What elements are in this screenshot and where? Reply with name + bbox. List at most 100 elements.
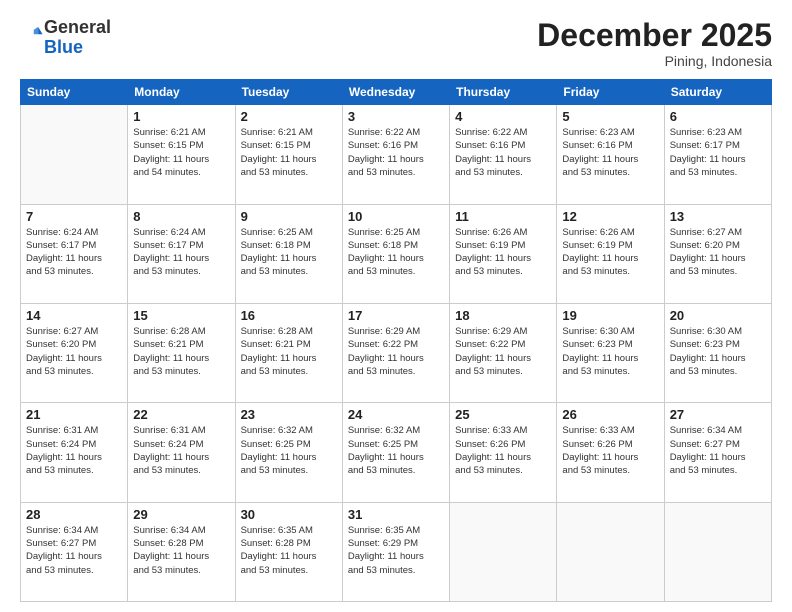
calendar-week-row: 1Sunrise: 6:21 AMSunset: 6:15 PMDaylight… (21, 105, 772, 204)
day-number: 26 (562, 407, 658, 422)
table-row: 10 Sunrise: 6:25 AMSunset: 6:18 PMDayligh… (342, 204, 449, 303)
table-row: 16Sunrise: 6:28 AMSunset: 6:21 PMDayligh… (235, 303, 342, 402)
day-info: Sunrise: 6:32 AMSunset: 6:25 PMDaylight:… (241, 424, 337, 477)
table-row: 27 Sunrise: 6:34 AMSunset: 6:27 PMDayligh… (664, 403, 771, 502)
day-number: 27 (670, 407, 766, 422)
page: General Blue December 2025 Pining, Indon… (0, 0, 792, 612)
title-block: December 2025 Pining, Indonesia (537, 18, 772, 69)
day-number: 3 (348, 109, 444, 124)
col-thursday: Thursday (450, 80, 557, 105)
table-row: 30 Sunrise: 6:35 AMSunset: 6:28 PMDayligh… (235, 502, 342, 601)
table-row: 24 Sunrise: 6:32 AMSunset: 6:25 PMDayligh… (342, 403, 449, 502)
day-info: Sunrise: 6:31 AMSunset: 6:24 PMDaylight:… (133, 424, 229, 477)
table-row: 31 Sunrise: 6:35 AMSunset: 6:29 PMDayligh… (342, 502, 449, 601)
day-number: 17 (348, 308, 444, 323)
col-friday: Friday (557, 80, 664, 105)
day-info: Sunrise: 6:24 AMSunset: 6:17 PMDaylight:… (26, 226, 122, 279)
table-row: 15Sunrise: 6:28 AMSunset: 6:21 PMDayligh… (128, 303, 235, 402)
day-number: 18 (455, 308, 551, 323)
day-number: 6 (670, 109, 766, 124)
table-row: 7 Sunrise: 6:24 AMSunset: 6:17 PMDaylight… (21, 204, 128, 303)
day-number: 12 (562, 209, 658, 224)
day-info: Sunrise: 6:34 AMSunset: 6:27 PMDaylight:… (26, 524, 122, 577)
day-info: Sunrise: 6:26 AMSunset: 6:19 PMDaylight:… (455, 226, 551, 279)
day-number: 9 (241, 209, 337, 224)
day-info: Sunrise: 6:34 AMSunset: 6:27 PMDaylight:… (670, 424, 766, 477)
day-number: 24 (348, 407, 444, 422)
table-row: 12Sunrise: 6:26 AMSunset: 6:19 PMDayligh… (557, 204, 664, 303)
table-row: 1Sunrise: 6:21 AMSunset: 6:15 PMDaylight… (128, 105, 235, 204)
logo-blue: Blue (44, 37, 83, 57)
table-row: 21 Sunrise: 6:31 AMSunset: 6:24 PMDayligh… (21, 403, 128, 502)
logo: General Blue (20, 18, 111, 58)
day-info: Sunrise: 6:31 AMSunset: 6:24 PMDaylight:… (26, 424, 122, 477)
calendar-header-row: Sunday Monday Tuesday Wednesday Thursday… (21, 80, 772, 105)
table-row: 8 Sunrise: 6:24 AMSunset: 6:17 PMDaylight… (128, 204, 235, 303)
table-row: 18 Sunrise: 6:29 AMSunset: 6:22 PMDayligh… (450, 303, 557, 402)
day-number: 28 (26, 507, 122, 522)
calendar-week-row: 28 Sunrise: 6:34 AMSunset: 6:27 PMDayligh… (21, 502, 772, 601)
day-number: 31 (348, 507, 444, 522)
table-row (557, 502, 664, 601)
day-number: 7 (26, 209, 122, 224)
table-row: 17Sunrise: 6:29 AMSunset: 6:22 PMDayligh… (342, 303, 449, 402)
day-number: 14 (26, 308, 122, 323)
col-saturday: Saturday (664, 80, 771, 105)
table-row (450, 502, 557, 601)
day-info: Sunrise: 6:28 AMSunset: 6:21 PMDaylight:… (133, 325, 229, 378)
table-row: 4Sunrise: 6:22 AMSunset: 6:16 PMDaylight… (450, 105, 557, 204)
day-number: 5 (562, 109, 658, 124)
day-info: Sunrise: 6:34 AMSunset: 6:28 PMDaylight:… (133, 524, 229, 577)
day-number: 2 (241, 109, 337, 124)
col-sunday: Sunday (21, 80, 128, 105)
table-row: 3 Sunrise: 6:22 AMSunset: 6:16 PMDaylight… (342, 105, 449, 204)
table-row: 13 Sunrise: 6:27 AMSunset: 6:20 PMDayligh… (664, 204, 771, 303)
table-row: 22Sunrise: 6:31 AMSunset: 6:24 PMDayligh… (128, 403, 235, 502)
table-row: 29 Sunrise: 6:34 AMSunset: 6:28 PMDayligh… (128, 502, 235, 601)
table-row: 20 Sunrise: 6:30 AMSunset: 6:23 PMDayligh… (664, 303, 771, 402)
header: General Blue December 2025 Pining, Indon… (20, 18, 772, 69)
day-info: Sunrise: 6:35 AMSunset: 6:28 PMDaylight:… (241, 524, 337, 577)
calendar-table: Sunday Monday Tuesday Wednesday Thursday… (20, 79, 772, 602)
day-info: Sunrise: 6:22 AMSunset: 6:16 PMDaylight:… (455, 126, 551, 179)
calendar-week-row: 14 Sunrise: 6:27 AMSunset: 6:20 PMDayligh… (21, 303, 772, 402)
day-info: Sunrise: 6:25 AMSunset: 6:18 PMDaylight:… (348, 226, 444, 279)
table-row (664, 502, 771, 601)
day-info: Sunrise: 6:23 AMSunset: 6:16 PMDaylight:… (562, 126, 658, 179)
day-number: 19 (562, 308, 658, 323)
day-info: Sunrise: 6:27 AMSunset: 6:20 PMDaylight:… (670, 226, 766, 279)
day-info: Sunrise: 6:30 AMSunset: 6:23 PMDaylight:… (670, 325, 766, 378)
day-number: 20 (670, 308, 766, 323)
calendar-week-row: 21 Sunrise: 6:31 AMSunset: 6:24 PMDayligh… (21, 403, 772, 502)
table-row: 19 Sunrise: 6:30 AMSunset: 6:23 PMDayligh… (557, 303, 664, 402)
day-number: 23 (241, 407, 337, 422)
day-number: 1 (133, 109, 229, 124)
day-info: Sunrise: 6:23 AMSunset: 6:17 PMDaylight:… (670, 126, 766, 179)
day-info: Sunrise: 6:27 AMSunset: 6:20 PMDaylight:… (26, 325, 122, 378)
table-row: 25 Sunrise: 6:33 AMSunset: 6:26 PMDayligh… (450, 403, 557, 502)
day-number: 10 (348, 209, 444, 224)
day-info: Sunrise: 6:22 AMSunset: 6:16 PMDaylight:… (348, 126, 444, 179)
location-subtitle: Pining, Indonesia (537, 53, 772, 69)
day-info: Sunrise: 6:35 AMSunset: 6:29 PMDaylight:… (348, 524, 444, 577)
table-row: 9 Sunrise: 6:25 AMSunset: 6:18 PMDaylight… (235, 204, 342, 303)
day-info: Sunrise: 6:33 AMSunset: 6:26 PMDaylight:… (562, 424, 658, 477)
day-info: Sunrise: 6:28 AMSunset: 6:21 PMDaylight:… (241, 325, 337, 378)
day-number: 8 (133, 209, 229, 224)
day-number: 21 (26, 407, 122, 422)
table-row: 6 Sunrise: 6:23 AMSunset: 6:17 PMDaylight… (664, 105, 771, 204)
day-number: 30 (241, 507, 337, 522)
day-info: Sunrise: 6:33 AMSunset: 6:26 PMDaylight:… (455, 424, 551, 477)
day-number: 25 (455, 407, 551, 422)
table-row: 26 Sunrise: 6:33 AMSunset: 6:26 PMDayligh… (557, 403, 664, 502)
day-number: 13 (670, 209, 766, 224)
day-info: Sunrise: 6:29 AMSunset: 6:22 PMDaylight:… (455, 325, 551, 378)
day-number: 29 (133, 507, 229, 522)
day-info: Sunrise: 6:32 AMSunset: 6:25 PMDaylight:… (348, 424, 444, 477)
month-title: December 2025 (537, 18, 772, 53)
logo-icon (22, 24, 44, 46)
day-info: Sunrise: 6:25 AMSunset: 6:18 PMDaylight:… (241, 226, 337, 279)
day-info: Sunrise: 6:30 AMSunset: 6:23 PMDaylight:… (562, 325, 658, 378)
table-row: 14 Sunrise: 6:27 AMSunset: 6:20 PMDayligh… (21, 303, 128, 402)
day-info: Sunrise: 6:24 AMSunset: 6:17 PMDaylight:… (133, 226, 229, 279)
